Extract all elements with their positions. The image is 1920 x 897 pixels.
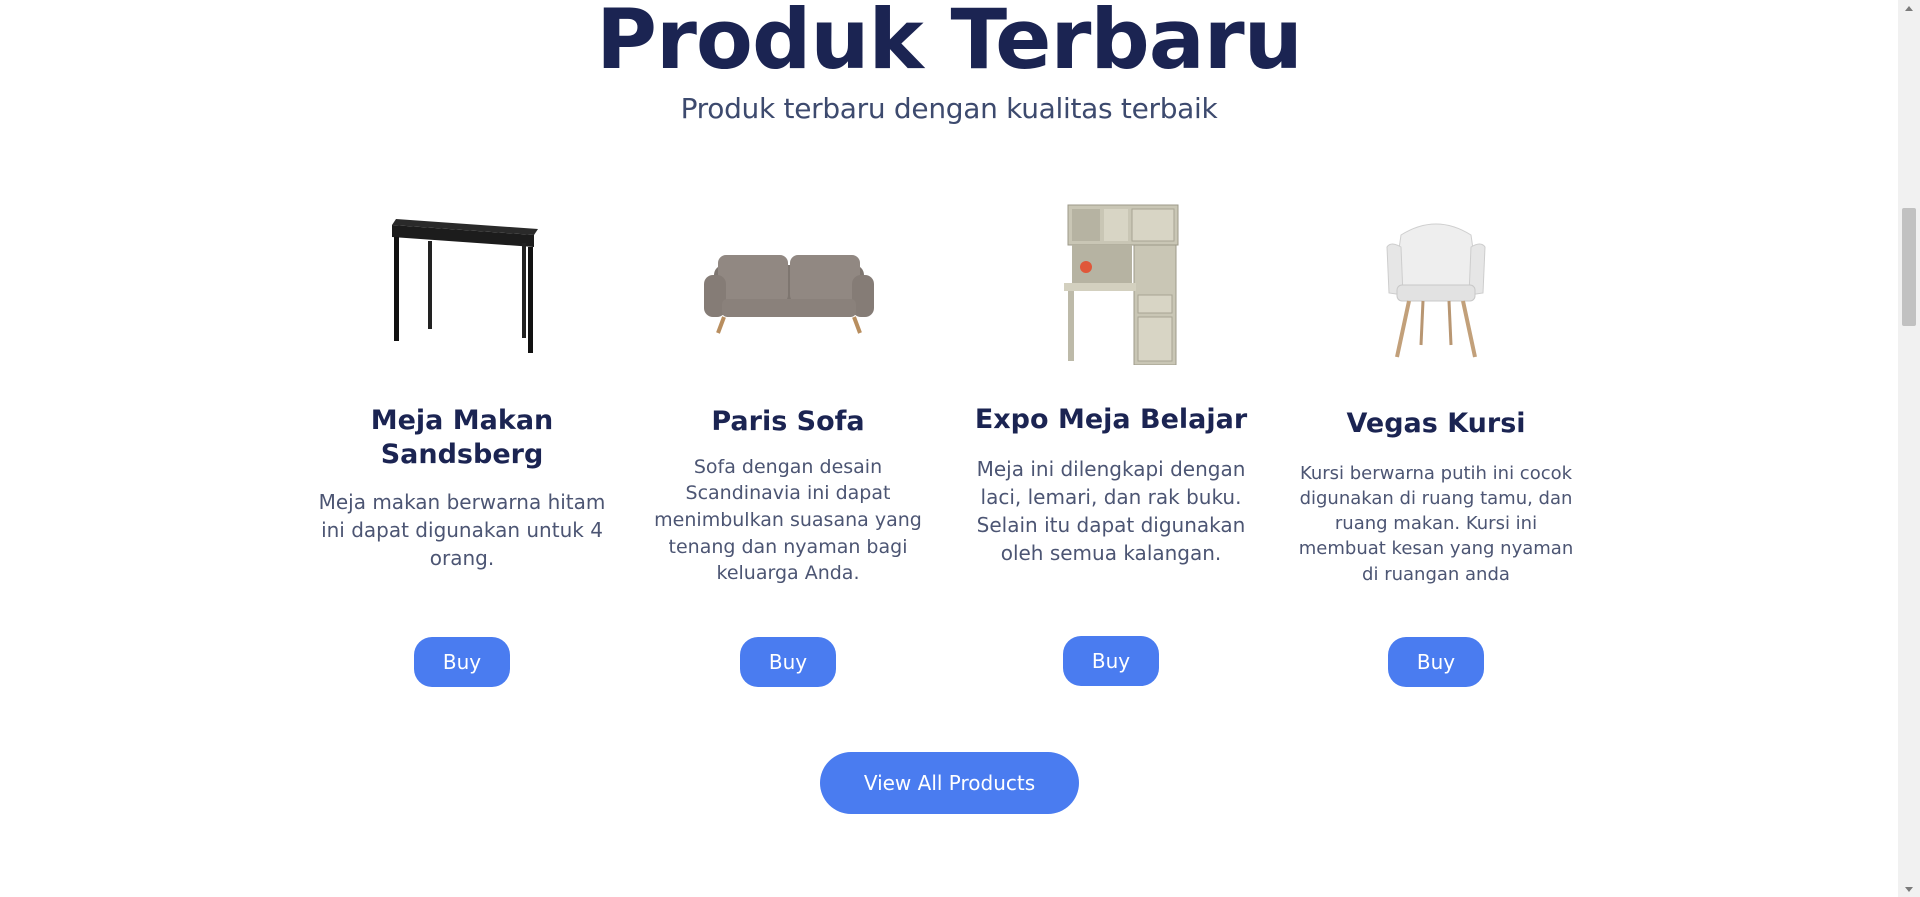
product-name: Meja Makan Sandsberg: [370, 405, 554, 470]
product-image: [312, 185, 612, 375]
product-image: [1286, 185, 1586, 375]
product-description: Meja ini dilengkapi dengan laci, lemari,…: [976, 456, 1246, 565]
product-card: Meja Makan Sandsberg Meja makan berwarna…: [312, 185, 612, 572]
product-description: Meja makan berwarna hitam ini dapat digu…: [318, 489, 606, 570]
product-card: Expo Meja Belajar Meja ini dilengkapi de…: [961, 185, 1261, 567]
product-card: Vegas Kursi Kursi berwarna putih ini coc…: [1286, 185, 1586, 587]
table-icon: [392, 219, 538, 353]
section-title: Produk Terbaru: [596, 0, 1303, 88]
product-name: Paris Sofa: [711, 406, 865, 437]
scrollbar-thumb[interactable]: [1902, 208, 1916, 326]
buy-button[interactable]: Buy: [1063, 636, 1159, 686]
product-name: Vegas Kursi: [1346, 408, 1526, 439]
section-subtitle: Produk terbaru dengan kualitas terbaik: [680, 92, 1218, 125]
page: Produk Terbaru Produk terbaru dengan kua…: [0, 0, 1898, 897]
buy-button[interactable]: Buy: [414, 637, 510, 687]
scroll-up-arrow-icon[interactable]: [1898, 0, 1920, 16]
product-card: Paris Sofa Sofa dengan desain Scandinavi…: [638, 185, 938, 587]
study-desk-icon: [1064, 204, 1179, 365]
view-all-products-button[interactable]: View All Products: [820, 752, 1079, 814]
buy-button[interactable]: Buy: [1388, 637, 1484, 687]
buy-button[interactable]: Buy: [740, 637, 836, 687]
product-image: [638, 185, 938, 375]
sofa-icon: [704, 255, 874, 334]
product-image: [961, 185, 1261, 375]
chair-icon: [1386, 223, 1486, 358]
product-description: Sofa dengan desain Scandinavia ini dapat…: [654, 455, 922, 585]
vertical-scrollbar[interactable]: [1898, 0, 1920, 897]
product-description: Kursi berwarna putih ini cocok digunakan…: [1298, 462, 1574, 585]
scroll-down-arrow-icon[interactable]: [1898, 881, 1920, 897]
product-name: Expo Meja Belajar: [974, 404, 1248, 435]
